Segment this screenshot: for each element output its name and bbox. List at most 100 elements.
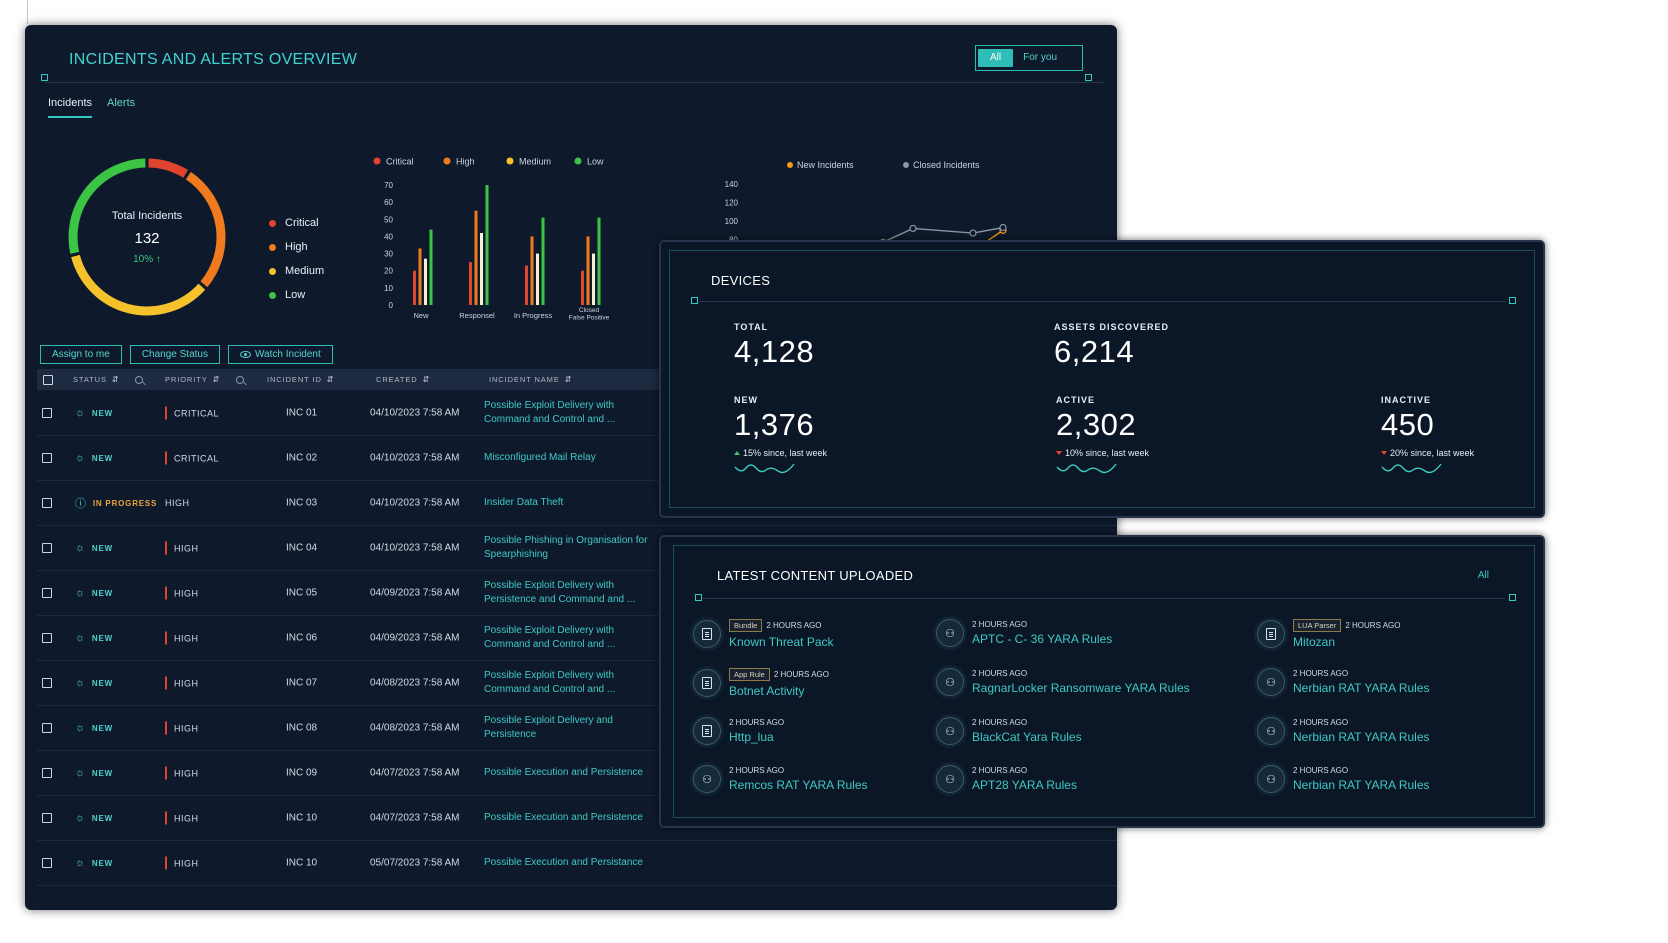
incident-id: INC 08 <box>286 722 318 734</box>
y-tick-label: 70 <box>384 181 393 190</box>
incident-name-link[interactable]: Possible Phishing in Organisation for Sp… <box>484 534 654 562</box>
header-status[interactable]: STATUS ⇵ <box>73 375 119 384</box>
content-item[interactable]: ⚇ 2 HOURS AGO RagnarLocker Ransomware YARA… <box>936 668 1216 696</box>
priority-cell: CRITICAL <box>165 406 219 420</box>
incident-name-link[interactable]: Possible Exploit Delivery and Persistenc… <box>484 714 654 742</box>
row-checkbox[interactable] <box>42 453 52 463</box>
row-checkbox[interactable] <box>42 408 52 418</box>
data-point <box>999 223 1007 232</box>
y-tick-label: 0 <box>389 301 394 310</box>
content-time: 2 HOURS AGO <box>972 669 1028 678</box>
change-status-button[interactable]: Change Status <box>129 345 220 364</box>
content-name-link[interactable]: Mitozan <box>1293 635 1400 649</box>
metric-assets-value: 6,214 <box>1054 334 1135 369</box>
header-priority[interactable]: PRIORITY ⇵ <box>165 375 219 384</box>
bar <box>474 210 478 305</box>
users-icon: ⚇ <box>1257 717 1285 745</box>
created-date: 04/10/2023 7:58 AM <box>370 542 460 554</box>
legend-label: Medium <box>519 157 551 167</box>
content-time: 2 HOURS AGO <box>1293 766 1349 775</box>
content-name-link[interactable]: Remcos RAT YARA Rules <box>729 778 868 792</box>
row-checkbox[interactable] <box>42 723 52 733</box>
priority-search-icon[interactable] <box>236 375 244 384</box>
row-checkbox[interactable] <box>42 768 52 778</box>
row-checkbox[interactable] <box>42 633 52 643</box>
content-item[interactable]: ⚇ 2 HOURS AGO Remcos RAT YARA Rules <box>693 765 973 793</box>
bar <box>541 217 545 305</box>
incident-name-link[interactable]: Possible Exploit Delivery with Command a… <box>484 399 654 427</box>
table-row[interactable]: ☼ NEW HIGH INC 10 05/07/2023 7:58 AM Possible… <box>37 841 1117 886</box>
content-name-link[interactable]: APT28 YARA Rules <box>972 778 1077 792</box>
row-checkbox[interactable] <box>42 498 52 508</box>
donut-legend: Critical High Medium Low <box>269 211 324 307</box>
bar <box>480 233 483 305</box>
content-name-link[interactable]: Nerbian RAT YARA Rules <box>1293 681 1430 695</box>
users-icon: ⚇ <box>693 765 721 793</box>
header-incident-id[interactable]: INCIDENT ID ⇵ <box>267 375 333 384</box>
content-item[interactable]: ⚇ 2 HOURS AGO BlackCat Yara Rules <box>936 717 1216 745</box>
toggle-all[interactable]: All <box>978 49 1014 67</box>
select-all-checkbox[interactable] <box>43 374 53 385</box>
content-item[interactable]: 2 HOURS AGO Http_lua <box>693 717 973 745</box>
priority-bar <box>165 541 167 555</box>
row-checkbox[interactable] <box>42 678 52 688</box>
incident-name-link[interactable]: Possible Exploit Delivery with Persisten… <box>484 579 654 607</box>
incident-name-link[interactable]: Possible Execution and Persistance <box>484 856 654 870</box>
incident-name-link[interactable]: Insider Data Theft <box>484 496 654 510</box>
status-badge: ☼ NEW <box>75 857 113 869</box>
document-icon <box>693 717 721 745</box>
view-all-link[interactable]: All <box>1478 570 1489 581</box>
content-item[interactable]: Bundle 2 HOURS AGO Known Threat Pack <box>693 619 973 649</box>
tab-alerts[interactable]: Alerts <box>107 97 135 118</box>
watch-incident-button[interactable]: Watch Incident <box>227 345 333 364</box>
legend-item: Critical <box>269 211 324 235</box>
incident-name-link[interactable]: Possible Execution and Persistence <box>484 766 654 780</box>
users-icon: ⚇ <box>1257 765 1285 793</box>
bar <box>413 270 416 305</box>
row-checkbox[interactable] <box>42 858 52 868</box>
data-point <box>969 229 977 237</box>
content-name-link[interactable]: Nerbian RAT YARA Rules <box>1293 778 1430 792</box>
content-name-link[interactable]: APTC - C- 36 YARA Rules <box>972 632 1112 646</box>
bar <box>418 248 422 305</box>
content-name-link[interactable]: Botnet Activity <box>729 684 829 698</box>
content-name-link[interactable]: Nerbian RAT YARA Rules <box>1293 730 1430 744</box>
legend-label: Low <box>587 157 604 167</box>
row-checkbox[interactable] <box>42 543 52 553</box>
status-badge: ☼ NEW <box>75 587 113 599</box>
incident-name-link[interactable]: Possible Exploit Delivery with Command a… <box>484 669 654 697</box>
header-created[interactable]: CREATED ⇵ <box>376 375 429 384</box>
arrow-down-icon <box>1056 451 1062 455</box>
content-name-link[interactable]: Known Threat Pack <box>729 635 834 649</box>
content-item[interactable]: ⚇ 2 HOURS AGO Nerbian RAT YARA Rules <box>1257 765 1537 793</box>
assign-to-me-button[interactable]: Assign to me <box>40 345 122 364</box>
tab-incidents[interactable]: Incidents <box>48 97 93 118</box>
incident-name-link[interactable]: Misconfigured Mail Relay <box>484 451 654 465</box>
content-name-link[interactable]: Http_lua <box>729 730 784 744</box>
content-name-link[interactable]: RagnarLocker Ransomware YARA Rules <box>972 681 1190 695</box>
new-status-icon: ☼ <box>75 767 86 779</box>
content-item[interactable]: ⚇ 2 HOURS AGO Nerbian RAT YARA Rules <box>1257 717 1537 745</box>
content-item[interactable]: ⚇ 2 HOURS AGO APTC - C- 36 YARA Rules <box>936 619 1216 647</box>
row-checkbox[interactable] <box>42 588 52 598</box>
priority-cell: HIGH <box>165 856 199 870</box>
incident-name-link[interactable]: Possible Exploit Delivery with Command a… <box>484 624 654 652</box>
content-name-link[interactable]: BlackCat Yara Rules <box>972 730 1082 744</box>
content-item[interactable]: ⚇ 2 HOURS AGO Nerbian RAT YARA Rules <box>1257 668 1537 696</box>
priority-bar <box>165 586 167 600</box>
divider <box>703 598 1505 599</box>
status-search-icon[interactable] <box>135 375 143 384</box>
corner-marker <box>695 594 702 601</box>
row-checkbox[interactable] <box>42 813 52 823</box>
toggle-for-you[interactable]: For you <box>1013 49 1067 67</box>
content-meta: 2 HOURS AGO <box>1293 669 1430 678</box>
priority-cell: HIGH <box>165 586 199 600</box>
y-tick-label: 10 <box>384 284 393 293</box>
content-item[interactable]: LUA Parser 2 HOURS AGO Mitozan <box>1257 619 1537 649</box>
content-item[interactable]: ⚇ 2 HOURS AGO APT28 YARA Rules <box>936 765 1216 793</box>
bar <box>429 229 433 305</box>
incident-name-link[interactable]: Possible Execution and Persistence <box>484 811 654 825</box>
header-incident-name[interactable]: INCIDENT NAME ⇵ <box>489 375 571 384</box>
content-item[interactable]: App Rule 2 HOURS AGO Botnet Activity <box>693 668 973 698</box>
incident-id: INC 10 <box>286 812 318 824</box>
